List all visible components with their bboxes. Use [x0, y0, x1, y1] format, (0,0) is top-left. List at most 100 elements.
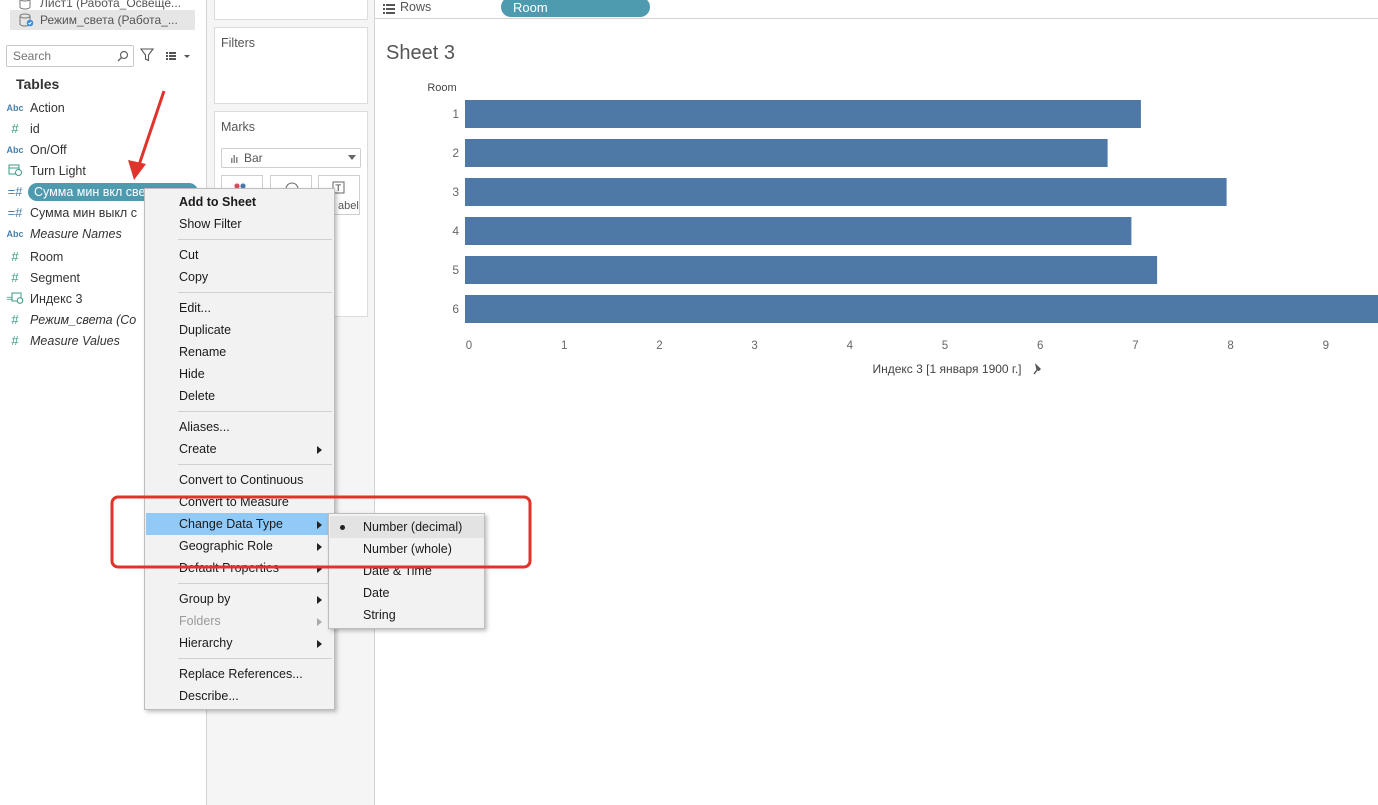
- menu-item-cut[interactable]: Cut: [146, 244, 334, 266]
- bar: [465, 139, 1108, 167]
- menu-item-label: Duplicate: [179, 323, 232, 337]
- menu-separator: [178, 411, 332, 412]
- menu-item-default-properties[interactable]: Default Properties: [146, 557, 334, 579]
- submenu-arrow-icon: [317, 565, 322, 573]
- bar: [465, 217, 1132, 245]
- submenu-arrow-icon: [317, 446, 322, 454]
- mark-type-dropdown[interactable]: Bar: [221, 148, 361, 168]
- data-type-string[interactable]: String: [330, 604, 484, 626]
- menu-item-label: Rename: [179, 345, 227, 359]
- rows-label: Rows: [400, 0, 432, 14]
- data-type-date-time[interactable]: Date & Time: [330, 560, 484, 582]
- field-label: Индекс 3: [30, 291, 83, 306]
- menu-item-label: Add to Sheet: [179, 195, 257, 209]
- menu-separator: [178, 239, 332, 240]
- menu-item-label: Aliases...: [179, 420, 230, 434]
- filter-icon[interactable]: [140, 48, 154, 62]
- number-type-icon: #: [11, 270, 19, 285]
- x-tick-label: 3: [751, 340, 757, 352]
- change-data-type-submenu: Number (decimal) Number (whole) Date & Tim…: [328, 513, 485, 629]
- menu-item-change-data-type[interactable]: Change Data Type: [146, 513, 334, 535]
- field-id[interactable]: # id: [0, 118, 207, 139]
- data-type-label: Date: [363, 586, 390, 600]
- menu-item-label: Default Properties: [179, 561, 280, 575]
- menu-item-label: Convert to Continuous: [179, 473, 304, 487]
- tables-heading: Tables: [16, 76, 60, 92]
- menu-item-convert-to-measure[interactable]: Convert to Measure: [146, 491, 334, 513]
- view-options-icon[interactable]: [165, 49, 191, 63]
- menu-item-label: Hide: [179, 367, 205, 381]
- field-label: id: [30, 121, 40, 136]
- menu-item-replace-references[interactable]: Replace References...: [146, 663, 334, 685]
- menu-separator: [178, 292, 332, 293]
- menu-item-label: Create: [179, 442, 217, 456]
- selected-bullet-icon: [340, 525, 345, 530]
- row-label: 3: [452, 185, 459, 199]
- y-axis-header: Room: [427, 82, 456, 94]
- menu-item-delete[interactable]: Delete: [146, 385, 334, 407]
- data-type-date[interactable]: Date: [330, 582, 484, 604]
- submenu-arrow-icon: [317, 521, 322, 529]
- field-label: Measure Names: [30, 226, 122, 241]
- menu-item-label: Group by: [179, 592, 231, 606]
- x-tick-label: 1: [561, 340, 567, 352]
- menu-separator: [178, 464, 332, 465]
- field-label: Action: [30, 100, 65, 115]
- data-type-label: Date & Time: [363, 564, 432, 578]
- menu-separator: [178, 583, 332, 584]
- menu-item-label: Hierarchy: [179, 636, 233, 650]
- string-type-icon: Abc: [6, 102, 24, 113]
- row-label: 4: [452, 224, 459, 238]
- field-label: Turn Light: [30, 163, 86, 178]
- rows-pill-room[interactable]: Room: [501, 0, 650, 17]
- data-type-number-whole[interactable]: Number (whole): [330, 538, 484, 560]
- x-tick-label: 6: [1037, 340, 1043, 352]
- sheet-title: Sheet 3: [386, 42, 455, 64]
- datasource-label: Режим_света (Работа_...: [40, 13, 178, 27]
- menu-item-group-by[interactable]: Group by: [146, 588, 334, 610]
- datetime-type-icon: [0, 163, 30, 179]
- menu-item-copy[interactable]: Copy: [146, 266, 334, 288]
- rows-shelf[interactable]: Rows Room: [375, 0, 1378, 19]
- menu-item-aliases[interactable]: Aliases...: [146, 416, 334, 438]
- x-tick-label: 2: [656, 340, 662, 352]
- menu-item-describe[interactable]: Describe...: [146, 685, 334, 707]
- submenu-arrow-icon: [317, 618, 322, 626]
- marks-title: Marks: [221, 120, 256, 134]
- data-type-label: Number (decimal): [363, 520, 463, 534]
- menu-item-duplicate[interactable]: Duplicate: [146, 319, 334, 341]
- menu-item-edit[interactable]: Edit...: [146, 297, 334, 319]
- menu-item-geographic-role[interactable]: Geographic Role: [146, 535, 334, 557]
- menu-item-label: Copy: [179, 270, 209, 284]
- field-label: Сумма мин выкл с: [30, 205, 137, 220]
- field-on-off[interactable]: Abc On/Off: [0, 139, 207, 160]
- menu-item-hierarchy[interactable]: Hierarchy: [146, 632, 334, 654]
- svg-text:T: T: [335, 184, 342, 194]
- menu-item-convert-to-continuous[interactable]: Convert to Continuous: [146, 469, 334, 491]
- bar: [465, 100, 1141, 128]
- search-input[interactable]: [7, 46, 107, 66]
- menu-item-add-to-sheet[interactable]: Add to Sheet: [146, 191, 334, 213]
- row-label: 1: [452, 107, 459, 121]
- menu-item-folders: Folders: [146, 610, 334, 632]
- data-type-number-decimal[interactable]: Number (decimal): [330, 516, 484, 538]
- menu-item-label: Edit...: [179, 301, 211, 315]
- filters-title: Filters: [221, 36, 256, 50]
- number-type-icon: #: [11, 312, 19, 327]
- menu-item-show-filter[interactable]: Show Filter: [146, 213, 334, 235]
- field-turn-light[interactable]: Turn Light: [0, 160, 207, 181]
- number-type-icon: #: [11, 121, 19, 136]
- menu-item-rename[interactable]: Rename: [146, 341, 334, 363]
- database-icon: [19, 0, 31, 10]
- datasource-item-selected[interactable]: Режим_света (Работа_...: [10, 10, 195, 30]
- datasource-label: Лист1 (Работа_Освеще...: [40, 0, 182, 10]
- menu-item-hide[interactable]: Hide: [146, 363, 334, 385]
- string-type-icon: Abc: [6, 228, 24, 239]
- filters-card[interactable]: Filters: [214, 27, 368, 104]
- menu-item-label: Folders: [179, 614, 221, 628]
- string-type-icon: Abc: [6, 144, 24, 155]
- field-search[interactable]: [6, 45, 134, 67]
- chevron-down-icon: [348, 155, 356, 160]
- field-action[interactable]: Abc Action: [0, 97, 207, 118]
- menu-item-create[interactable]: Create: [146, 438, 334, 460]
